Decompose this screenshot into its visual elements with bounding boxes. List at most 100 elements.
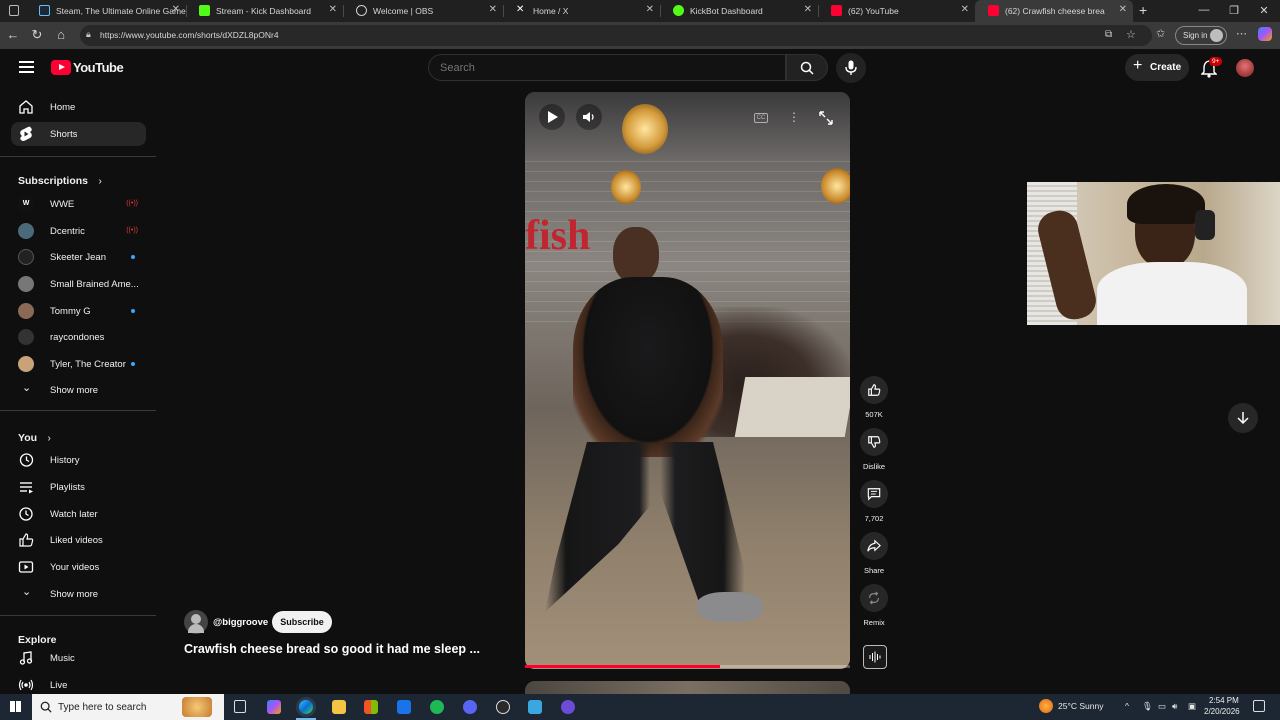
share-button[interactable] (860, 532, 888, 560)
voice-search-button[interactable] (836, 53, 866, 83)
taskbar-search[interactable]: Type here to search (32, 694, 224, 720)
browser-tab[interactable]: Stream - Kick Dashboard ✕ (186, 0, 343, 22)
refresh-icon[interactable]: ↻ (28, 27, 46, 43)
close-tab-icon[interactable]: ✕ (489, 4, 497, 15)
browser-sign-in-button[interactable]: Sign in (1175, 26, 1227, 45)
sidebar-item-subscription[interactable]: Dcentric ((•)) (11, 219, 146, 243)
sidebar-item-subscription[interactable]: Small Brained Ame... (11, 272, 146, 296)
close-tab-icon[interactable]: ✕ (646, 4, 654, 15)
channel-avatar[interactable] (184, 610, 208, 634)
search-button[interactable] (786, 54, 828, 81)
weather-text[interactable]: 25°C Sunny (1058, 701, 1103, 711)
task-view-icon[interactable] (234, 700, 246, 713)
sidebar-item-subscription[interactable]: Skeeter Jean (11, 245, 146, 269)
edge-icon[interactable] (299, 700, 313, 714)
close-tab-icon[interactable]: ✕ (1119, 4, 1127, 15)
tray-chevron-icon[interactable]: ^ (1125, 701, 1129, 711)
url-field[interactable]: 🔒︎ https://www.youtube.com/shorts/dXDZL8… (80, 25, 1152, 46)
display-icon[interactable]: ▣ (1188, 701, 1196, 712)
video-progress-bar[interactable] (525, 665, 850, 668)
volume-tray-icon[interactable]: 🔊︎ (1172, 701, 1177, 712)
media-player-icon[interactable] (561, 700, 575, 714)
notifications-button[interactable]: 9+ (1199, 57, 1223, 78)
browser-tab-active[interactable]: (62) Crawfish cheese bread so go ✕ (975, 0, 1133, 22)
share-label: Share (863, 566, 884, 575)
network-icon[interactable]: ▭ (1158, 701, 1166, 712)
chevron-right-icon: › (47, 433, 51, 444)
like-button[interactable] (860, 376, 888, 404)
home-icon[interactable]: ⌂ (52, 27, 70, 42)
channel-handle[interactable]: @biggroove (213, 617, 268, 628)
browser-tab[interactable]: (62) YouTube ✕ (818, 0, 975, 22)
close-tab-icon[interactable]: ✕ (961, 4, 969, 15)
account-avatar[interactable] (1236, 59, 1254, 77)
short-title[interactable]: Crawfish cheese bread so good it had me … (184, 642, 480, 656)
webcam-overlay (1027, 182, 1280, 325)
volume-button[interactable] (576, 104, 602, 130)
app-icon[interactable] (528, 700, 542, 714)
fullscreen-icon[interactable] (819, 111, 833, 125)
file-explorer-icon[interactable] (332, 700, 346, 714)
sidebar-item-your-videos[interactable]: Your videos (11, 555, 146, 579)
close-tab-icon[interactable]: ✕ (804, 4, 812, 15)
create-button[interactable]: + Create (1125, 54, 1189, 81)
copilot-taskbar-icon[interactable] (267, 700, 281, 714)
browser-tab[interactable]: ✕ Home / X ✕ (503, 0, 660, 22)
sidebar-item-watch-later[interactable]: Watch later (11, 502, 146, 526)
dislike-button[interactable] (860, 428, 888, 456)
browser-menu-icon[interactable] (9, 5, 19, 16)
more-options-icon[interactable]: ⋯ (1236, 27, 1247, 40)
remix-button[interactable] (860, 584, 888, 612)
notification-center-icon[interactable] (1253, 700, 1265, 712)
subscriptions-header[interactable]: Subscriptions › (18, 171, 102, 189)
sidebar-item-subscription[interactable]: W WWE ((•)) (11, 192, 146, 216)
restore-icon[interactable]: ❐ (1224, 4, 1244, 17)
comments-button[interactable] (860, 480, 888, 508)
clock-date[interactable]: 2/20/2026 (1204, 707, 1240, 716)
close-window-icon[interactable]: ✕ (1254, 4, 1274, 17)
browser-tab[interactable]: Welcome | OBS ✕ (343, 0, 503, 22)
sound-button[interactable] (863, 645, 887, 669)
subscribe-button[interactable]: Subscribe (272, 611, 332, 633)
hamburger-menu-icon[interactable] (19, 61, 34, 73)
shorts-video-player[interactable]: fish CC ⋮ (525, 92, 850, 669)
microsoft-store-icon[interactable] (364, 700, 378, 714)
sidebar-item-subscription[interactable]: Tommy G (11, 299, 146, 323)
next-short-button[interactable] (1228, 403, 1258, 433)
sidebar-item-home[interactable]: Home (11, 95, 146, 119)
new-tab-icon[interactable]: + (1139, 2, 1147, 18)
mail-icon[interactable] (397, 700, 411, 714)
search-input[interactable] (440, 62, 770, 74)
spotify-icon[interactable] (430, 700, 444, 714)
sidebar-show-more-you[interactable]: ⌄ Show more (11, 582, 146, 606)
browser-tab[interactable]: Steam, The Ultimate Online Game ✕ (26, 0, 186, 22)
sidebar-item-music[interactable]: Music (11, 646, 146, 670)
back-icon[interactable]: ← (4, 27, 22, 42)
play-button[interactable] (539, 104, 565, 130)
sidebar-show-more-subscriptions[interactable]: ⌄ Show more (11, 378, 146, 402)
close-tab-icon[interactable]: ✕ (329, 4, 337, 15)
captions-icon[interactable]: CC (754, 113, 768, 123)
browser-tab[interactable]: KickBot Dashboard ✕ (660, 0, 818, 22)
weather-icon[interactable] (1039, 699, 1053, 713)
sidebar-item-playlists[interactable]: Playlists (11, 475, 146, 499)
discord-icon[interactable] (463, 700, 477, 714)
install-app-icon[interactable]: ⧉ (1105, 29, 1112, 40)
sidebar-item-subscription[interactable]: Tyler, The Creator (11, 352, 146, 376)
minimize-icon[interactable]: — (1194, 4, 1214, 16)
sidebar-item-history[interactable]: History (11, 448, 146, 472)
close-tab-icon[interactable]: ✕ (172, 4, 180, 15)
obs-icon[interactable] (496, 700, 510, 714)
sidebar-item-subscription[interactable]: raycondones (11, 325, 146, 349)
microphone-tray-icon[interactable]: 🎙︎ (1142, 701, 1153, 712)
sidebar-item-liked-videos[interactable]: Liked videos (11, 528, 146, 552)
clock-time[interactable]: 2:54 PM (1209, 696, 1239, 705)
windows-start-icon[interactable] (10, 701, 21, 712)
search-box[interactable] (428, 54, 786, 81)
you-header[interactable]: You › (18, 428, 51, 446)
favorites-icon[interactable]: ✩ (1156, 27, 1165, 40)
sidebar-item-shorts[interactable]: Shorts (11, 122, 146, 146)
bookmark-star-icon[interactable]: ☆ (1126, 28, 1136, 41)
settings-icon[interactable]: ⋮ (788, 110, 800, 124)
copilot-icon[interactable] (1258, 27, 1272, 41)
